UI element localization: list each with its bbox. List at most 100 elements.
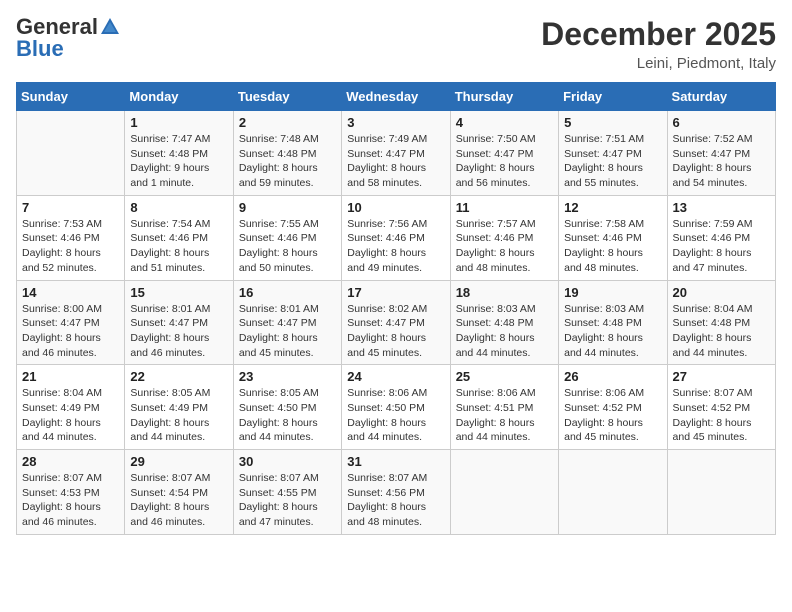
day-number: 10 (347, 200, 444, 215)
day-info: Sunrise: 8:03 AMSunset: 4:48 PMDaylight:… (564, 302, 661, 361)
day-info: Sunrise: 8:00 AMSunset: 4:47 PMDaylight:… (22, 302, 119, 361)
calendar-cell (667, 450, 775, 535)
calendar-cell: 4 Sunrise: 7:50 AMSunset: 4:47 PMDaylight… (450, 111, 558, 196)
day-info: Sunrise: 7:59 AMSunset: 4:46 PMDaylight:… (673, 217, 770, 276)
page-header: General Blue December 2025 Leini, Piedmo… (16, 16, 776, 72)
calendar-cell: 27 Sunrise: 8:07 AMSunset: 4:52 PMDayligh… (667, 365, 775, 450)
day-info: Sunrise: 7:53 AMSunset: 4:46 PMDaylight:… (22, 217, 119, 276)
day-info: Sunrise: 8:03 AMSunset: 4:48 PMDaylight:… (456, 302, 553, 361)
day-info: Sunrise: 8:02 AMSunset: 4:47 PMDaylight:… (347, 302, 444, 361)
days-header-row: SundayMondayTuesdayWednesdayThursdayFrid… (17, 83, 776, 111)
day-info: Sunrise: 8:06 AMSunset: 4:51 PMDaylight:… (456, 386, 553, 445)
day-number: 22 (130, 369, 227, 384)
calendar-cell: 12 Sunrise: 7:58 AMSunset: 4:46 PMDayligh… (559, 195, 667, 280)
day-info: Sunrise: 7:52 AMSunset: 4:47 PMDaylight:… (673, 132, 770, 191)
day-info: Sunrise: 7:58 AMSunset: 4:46 PMDaylight:… (564, 217, 661, 276)
calendar-cell: 24Sunrise: 8:06 AMSunset: 4:50 PMDayligh… (342, 365, 450, 450)
day-number: 21 (22, 369, 119, 384)
day-info: Sunrise: 8:05 AMSunset: 4:49 PMDaylight:… (130, 386, 227, 445)
day-number: 25 (456, 369, 553, 384)
day-number: 15 (130, 285, 227, 300)
day-number: 23 (239, 369, 336, 384)
day-header-wednesday: Wednesday (342, 83, 450, 111)
calendar-cell: 13 Sunrise: 7:59 AMSunset: 4:46 PMDayligh… (667, 195, 775, 280)
calendar-cell: 11Sunrise: 7:57 AMSunset: 4:46 PMDayligh… (450, 195, 558, 280)
day-info: Sunrise: 8:01 AMSunset: 4:47 PMDaylight:… (239, 302, 336, 361)
day-header-tuesday: Tuesday (233, 83, 341, 111)
calendar-cell: 29 Sunrise: 8:07 AMSunset: 4:54 PMDayligh… (125, 450, 233, 535)
logo-blue: Blue (16, 38, 64, 60)
day-number: 2 (239, 115, 336, 130)
calendar-cell: 21 Sunrise: 8:04 AMSunset: 4:49 PMDayligh… (17, 365, 125, 450)
day-number: 26 (564, 369, 661, 384)
calendar-cell: 9 Sunrise: 7:55 AMSunset: 4:46 PMDaylight… (233, 195, 341, 280)
calendar-cell: 28 Sunrise: 8:07 AMSunset: 4:53 PMDayligh… (17, 450, 125, 535)
day-info: Sunrise: 8:07 AMSunset: 4:53 PMDaylight:… (22, 471, 119, 530)
calendar-cell: 17 Sunrise: 8:02 AMSunset: 4:47 PMDayligh… (342, 280, 450, 365)
day-info: Sunrise: 8:07 AMSunset: 4:52 PMDaylight:… (673, 386, 770, 445)
calendar-cell: 10 Sunrise: 7:56 AMSunset: 4:46 PMDayligh… (342, 195, 450, 280)
logo: General Blue (16, 16, 121, 60)
day-info: Sunrise: 8:01 AMSunset: 4:47 PMDaylight:… (130, 302, 227, 361)
day-info: Sunrise: 8:04 AMSunset: 4:49 PMDaylight:… (22, 386, 119, 445)
day-info: Sunrise: 7:56 AMSunset: 4:46 PMDaylight:… (347, 217, 444, 276)
day-number: 5 (564, 115, 661, 130)
calendar-table: SundayMondayTuesdayWednesdayThursdayFrid… (16, 82, 776, 535)
day-number: 17 (347, 285, 444, 300)
calendar-cell: 26 Sunrise: 8:06 AMSunset: 4:52 PMDayligh… (559, 365, 667, 450)
day-number: 18 (456, 285, 553, 300)
calendar-cell: 18 Sunrise: 8:03 AMSunset: 4:48 PMDayligh… (450, 280, 558, 365)
calendar-cell: 19 Sunrise: 8:03 AMSunset: 4:48 PMDayligh… (559, 280, 667, 365)
day-number: 13 (673, 200, 770, 215)
calendar-cell: 23 Sunrise: 8:05 AMSunset: 4:50 PMDayligh… (233, 365, 341, 450)
day-info: Sunrise: 8:07 AMSunset: 4:55 PMDaylight:… (239, 471, 336, 530)
day-info: Sunrise: 8:05 AMSunset: 4:50 PMDaylight:… (239, 386, 336, 445)
day-info: Sunrise: 7:55 AMSunset: 4:46 PMDaylight:… (239, 217, 336, 276)
day-info: Sunrise: 8:06 AMSunset: 4:52 PMDaylight:… (564, 386, 661, 445)
calendar-cell (17, 111, 125, 196)
day-number: 12 (564, 200, 661, 215)
day-number: 28 (22, 454, 119, 469)
day-header-sunday: Sunday (17, 83, 125, 111)
day-info: Sunrise: 7:48 AMSunset: 4:48 PMDaylight:… (239, 132, 336, 191)
calendar-cell (450, 450, 558, 535)
calendar-cell: 25 Sunrise: 8:06 AMSunset: 4:51 PMDayligh… (450, 365, 558, 450)
day-number: 6 (673, 115, 770, 130)
calendar-cell: 15 Sunrise: 8:01 AMSunset: 4:47 PMDayligh… (125, 280, 233, 365)
day-info: Sunrise: 7:49 AMSunset: 4:47 PMDaylight:… (347, 132, 444, 191)
day-number: 20 (673, 285, 770, 300)
title-block: December 2025 Leini, Piedmont, Italy (541, 16, 776, 72)
calendar-cell: 20 Sunrise: 8:04 AMSunset: 4:48 PMDayligh… (667, 280, 775, 365)
day-number: 19 (564, 285, 661, 300)
week-row-2: 7 Sunrise: 7:53 AMSunset: 4:46 PMDaylight… (17, 195, 776, 280)
day-number: 4 (456, 115, 553, 130)
day-info: Sunrise: 7:51 AMSunset: 4:47 PMDaylight:… (564, 132, 661, 191)
week-row-1: 1 Sunrise: 7:47 AMSunset: 4:48 PMDaylight… (17, 111, 776, 196)
day-number: 29 (130, 454, 227, 469)
day-header-friday: Friday (559, 83, 667, 111)
calendar-cell: 16Sunrise: 8:01 AMSunset: 4:47 PMDayligh… (233, 280, 341, 365)
calendar-cell: 22 Sunrise: 8:05 AMSunset: 4:49 PMDayligh… (125, 365, 233, 450)
day-number: 9 (239, 200, 336, 215)
day-info: Sunrise: 7:50 AMSunset: 4:47 PMDaylight:… (456, 132, 553, 191)
calendar-cell: 3 Sunrise: 7:49 AMSunset: 4:47 PMDaylight… (342, 111, 450, 196)
day-info: Sunrise: 7:47 AMSunset: 4:48 PMDaylight:… (130, 132, 227, 191)
calendar-cell: 7 Sunrise: 7:53 AMSunset: 4:46 PMDaylight… (17, 195, 125, 280)
day-header-thursday: Thursday (450, 83, 558, 111)
day-info: Sunrise: 7:54 AMSunset: 4:46 PMDaylight:… (130, 217, 227, 276)
day-number: 27 (673, 369, 770, 384)
day-number: 7 (22, 200, 119, 215)
day-number: 3 (347, 115, 444, 130)
calendar-cell: 30Sunrise: 8:07 AMSunset: 4:55 PMDayligh… (233, 450, 341, 535)
location: Leini, Piedmont, Italy (541, 55, 776, 72)
calendar-cell: 1 Sunrise: 7:47 AMSunset: 4:48 PMDaylight… (125, 111, 233, 196)
calendar-cell: 5 Sunrise: 7:51 AMSunset: 4:47 PMDaylight… (559, 111, 667, 196)
day-info: Sunrise: 8:04 AMSunset: 4:48 PMDaylight:… (673, 302, 770, 361)
calendar-cell: 6 Sunrise: 7:52 AMSunset: 4:47 PMDaylight… (667, 111, 775, 196)
month-title: December 2025 (541, 16, 776, 53)
day-number: 1 (130, 115, 227, 130)
day-info: Sunrise: 8:07 AMSunset: 4:56 PMDaylight:… (347, 471, 444, 530)
day-number: 11 (456, 200, 553, 215)
day-info: Sunrise: 8:07 AMSunset: 4:54 PMDaylight:… (130, 471, 227, 530)
day-header-saturday: Saturday (667, 83, 775, 111)
